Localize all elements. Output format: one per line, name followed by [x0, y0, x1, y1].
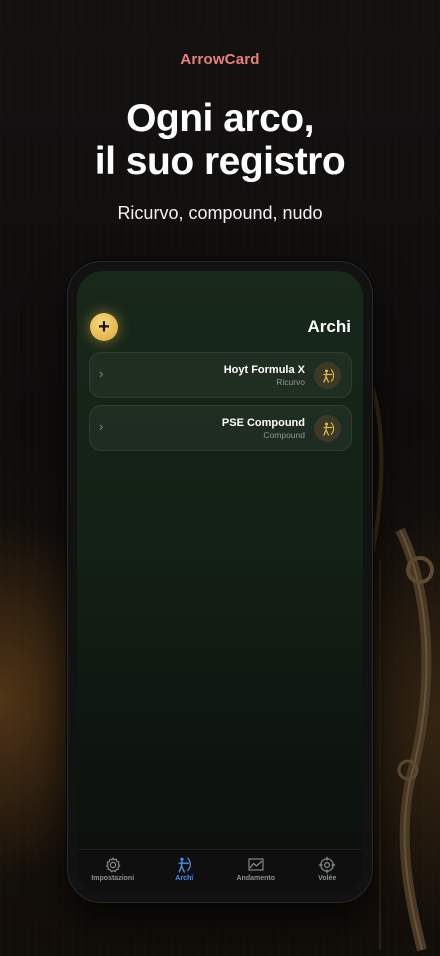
chart-icon — [248, 858, 264, 871]
archer-icon — [314, 415, 341, 442]
bow-name: Hoyt Formula X — [223, 364, 305, 376]
bow-card-hoyt[interactable]: › Hoyt Formula X Ricurvo — [89, 352, 352, 398]
tab-volee[interactable]: Volée — [292, 850, 364, 893]
headline: Ogni arco, il suo registro — [0, 97, 440, 183]
tab-andamento[interactable]: Andamento — [220, 850, 292, 893]
gear-icon — [105, 857, 121, 873]
bow-text: Hoyt Formula X Ricurvo — [224, 363, 305, 388]
bow-type: Ricurvo — [276, 377, 305, 387]
bow-type: Compound — [263, 430, 305, 440]
archer-icon — [178, 857, 192, 873]
bow-list: › Hoyt Formula X Ricurvo › PSE Compound — [89, 352, 352, 458]
chevron-right-icon: › — [99, 419, 104, 434]
bow-card-pse[interactable]: › PSE Compound Compound — [89, 405, 352, 451]
tab-archi[interactable]: Archi — [149, 850, 221, 893]
archer-icon — [314, 362, 341, 389]
page-title: Archi — [307, 317, 351, 336]
bow-text: PSE Compound Compound — [222, 416, 305, 441]
target-icon — [319, 856, 336, 874]
chevron-right-icon: › — [99, 366, 104, 381]
tab-label: Impostazioni — [91, 875, 135, 882]
brand-name: ArrowCard — [180, 51, 260, 68]
phone-mockup: + Archi › Hoyt Formula X Ricurvo › PSE C… — [67, 261, 373, 903]
headline-line-1: Ogni arco, — [126, 97, 314, 140]
subline: Ricurvo, compound, nudo — [117, 203, 323, 223]
tab-impostazioni[interactable]: Impostazioni — [77, 850, 149, 893]
headline-line-2: il suo registro — [94, 140, 346, 183]
add-bow-button[interactable]: + — [90, 313, 118, 341]
bow-name: PSE Compound — [221, 417, 305, 429]
tab-label: Andamento — [236, 875, 276, 882]
tab-bar: Impostazioni Archi Andamento Volée — [77, 849, 363, 893]
app-screen: + Archi › Hoyt Formula X Ricurvo › PSE C… — [77, 271, 363, 893]
tab-label: Archi — [175, 875, 194, 882]
tab-label: Volée — [318, 875, 337, 882]
